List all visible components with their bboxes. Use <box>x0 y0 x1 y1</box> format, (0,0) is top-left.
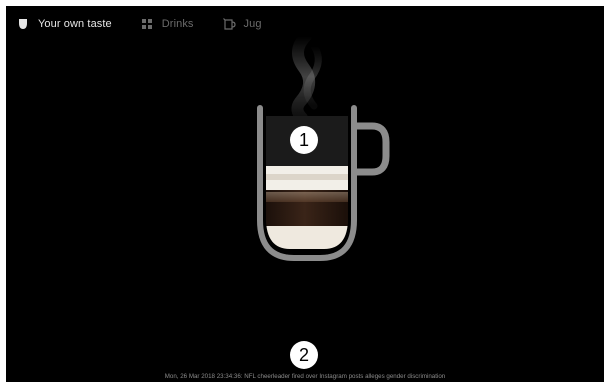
coffee-cup-illustration[interactable] <box>6 6 604 382</box>
marker-1[interactable]: 1 <box>290 126 318 154</box>
ticker-datetime: Mon, 26 Mar 2018 23:34:36: <box>164 373 243 380</box>
steam-wisp <box>291 30 322 124</box>
ticker-headline: NFL cheerleader fired over Instagram pos… <box>244 373 446 380</box>
news-ticker: Mon, 26 Mar 2018 23:34:36: NFL cheerlead… <box>6 373 604 380</box>
marker-2[interactable]: 2 <box>290 341 318 369</box>
screen: Your own taste Drinks Jug 1 2 Mon, 26 Ma… <box>6 6 604 382</box>
